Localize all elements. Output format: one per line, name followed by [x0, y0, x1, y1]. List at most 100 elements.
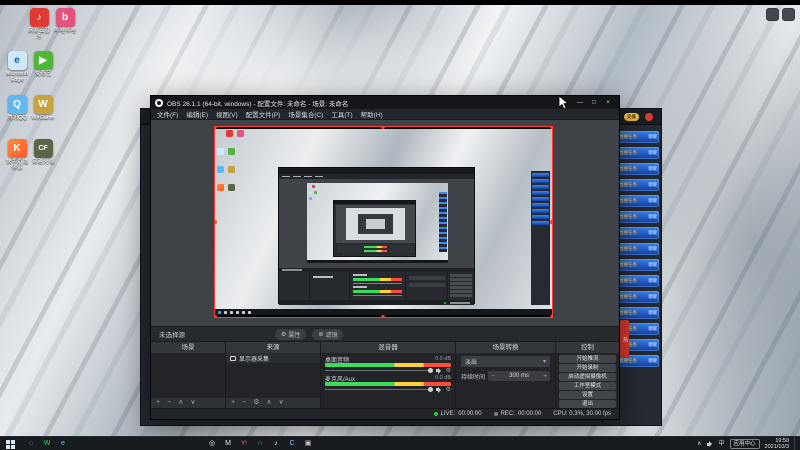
taskbar-obs-icon[interactable]: ◎: [205, 437, 219, 450]
desktop-icon-iqiyi[interactable]: ▶ 爱奇艺: [30, 51, 56, 77]
live-banner[interactable]: 直播任务 领取: [617, 211, 659, 223]
source-up-button[interactable]: ∧: [266, 398, 271, 408]
selection-handle[interactable]: [215, 315, 217, 317]
mixer-dock-title[interactable]: 混音器: [321, 342, 455, 353]
add-source-button[interactable]: +: [231, 398, 235, 408]
source-down-button[interactable]: ∨: [279, 398, 284, 408]
taskbar-wechat-icon[interactable]: W: [40, 437, 54, 450]
desktop-icon-crossfire[interactable]: CF 穿越火线: [30, 139, 56, 165]
live-banner[interactable]: 直播任务 领取: [617, 179, 659, 191]
live-banner[interactable]: 直播任务 领取: [617, 259, 659, 271]
transitions-dock-title[interactable]: 场景转换: [456, 342, 555, 353]
live-banner[interactable]: 直播任务 领取: [617, 275, 659, 287]
filter-icon: ≣: [318, 331, 324, 338]
obs-preview-area[interactable]: [151, 120, 619, 326]
controls-dock-title[interactable]: 控制: [556, 342, 619, 353]
mic-mute-icon[interactable]: [435, 386, 443, 393]
duration-increase-button[interactable]: +: [543, 373, 547, 380]
taskbar-yy-icon[interactable]: Y!: [237, 437, 251, 450]
start-recording-button[interactable]: 开始录制: [559, 364, 616, 372]
live-banner[interactable]: 直播任务 领取: [617, 227, 659, 239]
exit-button[interactable]: 退出: [559, 400, 616, 408]
remove-source-button[interactable]: −: [242, 398, 246, 408]
desktop-icon-bilibili[interactable]: b 哔哩哔哩: [52, 8, 78, 34]
live-banner[interactable]: 直播任务 领取: [617, 131, 659, 143]
recharge-button[interactable]: 充值: [624, 113, 639, 121]
menu-view[interactable]: 视图(V): [216, 109, 238, 119]
obs-title-bar[interactable]: OBS 26.1.1 (64-bit, windows) - 配置文件: 未命名…: [151, 96, 619, 109]
maximize-button[interactable]: □: [587, 99, 601, 106]
desktop-widget-icon[interactable]: [782, 8, 795, 21]
menu-file[interactable]: 文件(F): [157, 109, 178, 119]
taskbar-chat-icon[interactable]: C: [285, 437, 299, 450]
close-button[interactable]: ×: [601, 99, 615, 106]
desktop-icon-netease-music[interactable]: ♪ 网易云音乐: [26, 8, 52, 40]
live-banner[interactable]: 直播任务 领取: [617, 163, 659, 175]
taskbar-music-icon[interactable]: ♪: [269, 437, 283, 450]
live-banner[interactable]: 直播任务 领取: [617, 243, 659, 255]
source-properties-button[interactable]: ⚙: [253, 398, 259, 408]
tray-volume-icon[interactable]: [706, 441, 714, 447]
live-banner[interactable]: 直播任务 领取: [617, 307, 659, 319]
channel-settings-icon[interactable]: ⚙: [446, 368, 451, 374]
menu-profile[interactable]: 配置文件(P): [246, 109, 281, 119]
selection-handle[interactable]: [550, 220, 552, 224]
desktop-icon-qq[interactable]: Q 腾讯QQ: [4, 95, 30, 121]
live-banner[interactable]: 直播任务 领取: [617, 291, 659, 303]
ime-indicator[interactable]: 中: [719, 437, 725, 450]
scene-down-button[interactable]: ∨: [190, 398, 195, 408]
properties-button[interactable]: ⚙ 属性: [275, 328, 307, 340]
taskbar-headset-icon[interactable]: ∩: [253, 437, 267, 450]
duration-decrease-button[interactable]: −: [491, 373, 495, 380]
taskbar-mic-icon[interactable]: M: [221, 437, 235, 450]
live-banner[interactable]: 直播任务 领取: [617, 195, 659, 207]
volume-slider[interactable]: [325, 368, 433, 373]
virtual-camera-button[interactable]: 启动虚拟摄像机: [559, 373, 616, 381]
desktop-icon-kuaishou[interactable]: K 快手直播伴侣: [4, 139, 30, 171]
desktop-icon-wegame[interactable]: W WeGame: [30, 95, 56, 121]
selection-handle[interactable]: [215, 220, 217, 224]
start-streaming-button[interactable]: 开始推流: [559, 355, 616, 363]
scenes-list[interactable]: [151, 353, 225, 398]
add-scene-button[interactable]: +: [156, 398, 160, 408]
volume-knob[interactable]: [427, 387, 433, 392]
scene-up-button[interactable]: ∧: [178, 398, 183, 408]
taskbar-store-icon[interactable]: ▣: [301, 437, 315, 450]
minimize-button[interactable]: —: [573, 99, 587, 106]
channel-settings-icon[interactable]: ⚙: [446, 387, 451, 393]
sources-list[interactable]: 显示器采集: [226, 353, 320, 398]
studio-mode-button[interactable]: 工作室模式: [559, 382, 616, 390]
hot-ribbon[interactable]: 热: [620, 320, 629, 358]
app-center-button[interactable]: 应用中心: [729, 439, 760, 449]
selection-handle[interactable]: [550, 127, 552, 129]
speaker-icon[interactable]: [435, 367, 443, 374]
tray-chevron-up-icon[interactable]: ∧: [697, 437, 701, 450]
live-banner[interactable]: 直播任务 领取: [617, 147, 659, 159]
start-button[interactable]: [3, 439, 17, 449]
duration-spinbox[interactable]: − 300 ms +: [488, 371, 550, 381]
volume-knob[interactable]: [427, 368, 433, 373]
menu-help[interactable]: 帮助(H): [361, 109, 383, 119]
menu-scene-collection[interactable]: 场景集合(C): [288, 109, 323, 119]
desktop-widget-icon[interactable]: [766, 8, 779, 21]
selection-handle[interactable]: [550, 315, 552, 317]
transition-select[interactable]: 淡出 ▾: [461, 356, 550, 367]
settings-button[interactable]: 设置: [559, 391, 616, 399]
sources-dock-title[interactable]: 来源: [226, 342, 320, 353]
taskbar-clock[interactable]: 19:50 2021/10/3: [765, 438, 789, 450]
menu-edit[interactable]: 编辑(E): [186, 109, 208, 119]
taskbar-edge-icon[interactable]: e: [56, 437, 70, 450]
source-item-display-capture[interactable]: 显示器采集: [226, 353, 320, 363]
scenes-dock-title[interactable]: 场景: [151, 342, 225, 353]
nested-sources-dock: [309, 272, 349, 300]
volume-slider[interactable]: [325, 387, 433, 392]
taskbar-search-icon[interactable]: ◌: [24, 437, 38, 450]
desktop-icon-edge[interactable]: e Microsoft Edge: [4, 51, 30, 83]
selection-handle[interactable]: [381, 315, 385, 317]
show-desktop-button[interactable]: [794, 437, 797, 450]
filters-button[interactable]: ≣ 滤镜: [312, 328, 344, 340]
menu-tools[interactable]: 工具(T): [331, 109, 352, 119]
remove-scene-button[interactable]: −: [167, 398, 171, 408]
obs-window[interactable]: OBS 26.1.1 (64-bit, windows) - 配置文件: 未命名…: [150, 95, 620, 420]
display-capture-source[interactable]: [214, 126, 553, 318]
